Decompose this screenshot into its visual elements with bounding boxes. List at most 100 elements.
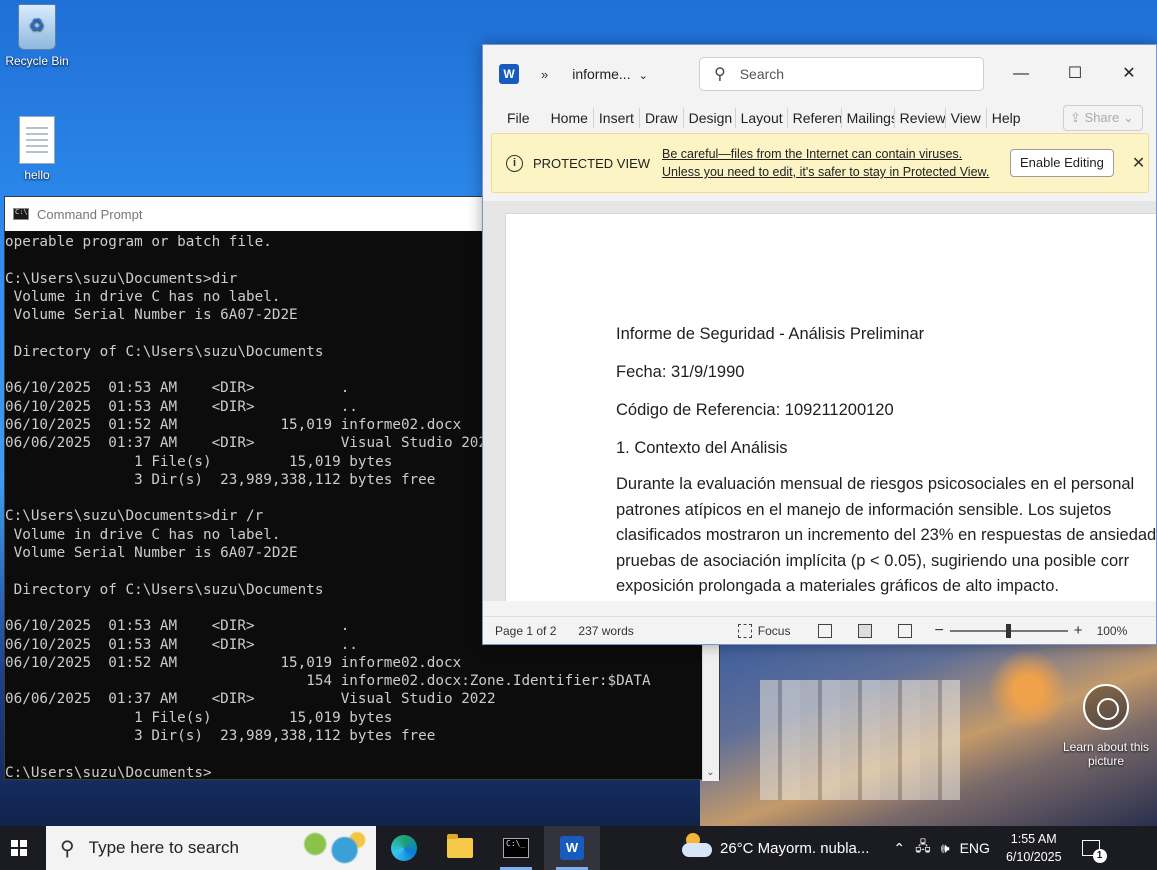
ribbon-tabs: File Home Insert Draw Design Layout Refe…: [483, 103, 1156, 133]
weather-text: 26°C Mayorm. nubla...: [720, 839, 870, 857]
command-prompt-icon: C:\_: [503, 838, 529, 858]
chevron-up-icon[interactable]: ⌃: [893, 840, 905, 857]
zoom-out-button[interactable]: −: [934, 622, 943, 640]
taskbar: ⚲ Type here to search C:\_ W 26°C Mayorm…: [0, 826, 1157, 870]
protected-view-link[interactable]: Be careful—files from the Internet can c…: [662, 145, 992, 181]
info-icon: i: [506, 154, 523, 172]
share-button[interactable]: ⇪ Share ⌄: [1063, 105, 1143, 131]
clock-time: 1:55 AM: [1010, 832, 1057, 846]
doc-reference: Código de Referencia: 109211200120: [616, 401, 894, 419]
read-mode-icon[interactable]: [818, 623, 833, 638]
doc-paragraph-line: pruebas de asociación implícita (p < 0.0…: [616, 551, 1130, 570]
document-canvas[interactable]: Informe de Seguridad - Análisis Prelimin…: [483, 201, 1156, 601]
cmd-output-line: 3 Dir(s) 23,989,338,112 bytes free: [5, 728, 436, 745]
zoom-in-button[interactable]: +: [1074, 622, 1083, 639]
learn-about-picture[interactable]: Learn about this picture: [1060, 684, 1152, 768]
document-page[interactable]: Informe de Seguridad - Análisis Prelimin…: [505, 213, 1156, 601]
web-layout-icon[interactable]: [898, 623, 913, 638]
tab-help[interactable]: Help: [987, 108, 1026, 128]
tab-mailings[interactable]: Mailings: [842, 108, 895, 128]
command-prompt-icon: [13, 208, 29, 220]
learn-about-label: Learn about this picture: [1062, 740, 1150, 768]
document-text: Informe de Seguridad - Análisis Prelimin…: [616, 320, 1156, 600]
text-document-icon: [19, 116, 55, 164]
chevron-down-icon: ⌄: [638, 70, 648, 82]
quick-access-chevron-icon[interactable]: »: [541, 67, 548, 82]
tab-draw[interactable]: Draw: [640, 108, 684, 128]
cmd-output-line: 154 informe02.docx:Zone.Identifier:$DATA: [5, 673, 651, 690]
minimize-button[interactable]: —: [994, 45, 1048, 103]
taskbar-command-prompt[interactable]: C:\_: [488, 826, 544, 870]
doc-heading: Informe de Seguridad - Análisis Prelimin…: [616, 325, 925, 343]
edge-icon: [391, 835, 417, 861]
taskbar-edge[interactable]: [376, 826, 432, 870]
network-icon[interactable]: 🖧: [915, 836, 931, 860]
desktop-icon-hello[interactable]: hello: [0, 116, 74, 182]
page-count[interactable]: Page 1 of 2: [495, 624, 556, 638]
focus-label: Focus: [757, 623, 791, 638]
doc-paragraph-line: clasificados mostraron un incremento del…: [616, 526, 1156, 544]
system-tray: ⌃ 🖧 🕪 ENG: [893, 836, 1000, 860]
start-button[interactable]: [0, 826, 40, 870]
notification-count: 1: [1092, 849, 1107, 863]
document-title[interactable]: informe... ⌄: [572, 66, 648, 82]
cmd-output-line: 06/06/2025 01:37 AM <DIR> Visual Studio …: [5, 691, 496, 708]
maximize-button[interactable]: ☐: [1048, 45, 1102, 103]
recycle-bin-icon: [18, 4, 56, 50]
clock-date: 6/10/2025: [1005, 850, 1062, 864]
input-language[interactable]: ENG: [960, 840, 990, 856]
taskbar-search[interactable]: ⚲ Type here to search: [46, 826, 376, 870]
print-layout-icon[interactable]: [858, 623, 873, 638]
enable-editing-button[interactable]: Enable Editing: [1010, 149, 1114, 177]
close-button[interactable]: ✕: [1102, 45, 1156, 103]
doc-paragraph-line: Durante la evaluación mensual de riesgos…: [616, 475, 1135, 493]
tab-insert[interactable]: Insert: [594, 108, 640, 128]
search-placeholder: Search: [739, 66, 785, 82]
weather-widget[interactable]: 26°C Mayorm. nubla...: [682, 833, 870, 857]
tab-references[interactable]: References: [788, 108, 842, 128]
camera-icon: [1083, 684, 1129, 730]
document-title-label: informe...: [572, 66, 631, 82]
tab-file[interactable]: File: [499, 108, 546, 128]
doc-date: Fecha: 31/9/1990: [616, 363, 745, 381]
protected-view-bar: i PROTECTED VIEW Be careful—files from t…: [491, 133, 1149, 193]
word-titlebar[interactable]: W » informe... ⌄ ⚲ Search — ☐ ✕: [483, 45, 1156, 103]
close-icon[interactable]: ✕: [1132, 153, 1145, 173]
volume-icon[interactable]: 🕪: [941, 840, 950, 857]
tab-view[interactable]: View: [946, 108, 987, 128]
zoom-slider[interactable]: [949, 623, 1068, 638]
doc-paragraph-line: patrones atípicos en el manejo de inform…: [616, 500, 1112, 519]
share-icon: ⇪: [1070, 110, 1081, 125]
share-label: Share: [1084, 110, 1120, 125]
word-window[interactable]: W » informe... ⌄ ⚲ Search — ☐ ✕ File Home…: [482, 44, 1157, 645]
word-logo-icon: W: [499, 64, 519, 84]
chevron-down-icon: ⌄: [1122, 110, 1134, 125]
notification-icon[interactable]: 1: [1081, 840, 1107, 863]
tab-design[interactable]: Design: [684, 108, 736, 128]
taskbar-word[interactable]: W: [544, 826, 600, 870]
search-highlight-art: [290, 828, 374, 868]
search-input[interactable]: ⚲ Search: [699, 57, 984, 91]
clock[interactable]: 1:55 AM 6/10/2025: [1006, 830, 1062, 866]
protected-view-label: PROTECTED VIEW: [533, 155, 651, 171]
search-icon: ⚲: [714, 66, 726, 83]
zoom-level[interactable]: 100%: [1097, 624, 1128, 638]
tab-home[interactable]: Home: [546, 108, 594, 128]
zoom-slider-thumb[interactable]: [1005, 623, 1011, 638]
taskbar-search-placeholder: Type here to search: [88, 838, 239, 857]
word-icon: W: [560, 836, 584, 860]
search-icon: ⚲: [60, 837, 75, 860]
cmd-title: Command Prompt: [37, 206, 143, 222]
status-bar: Page 1 of 2 237 words Focus − + 100%: [483, 616, 1156, 644]
desktop-icon-label: hello: [24, 168, 50, 182]
tab-review[interactable]: Review: [895, 108, 946, 128]
taskbar-file-explorer[interactable]: [432, 826, 488, 870]
partly-cloudy-icon: [682, 833, 712, 857]
tab-layout[interactable]: Layout: [736, 108, 788, 128]
focus-button[interactable]: Focus: [737, 623, 791, 638]
cmd-output-line: [5, 745, 699, 763]
cmd-output-line: C:\Users\suzu\Documents>: [5, 764, 212, 781]
word-count[interactable]: 237 words: [578, 624, 633, 638]
chevron-down-icon[interactable]: ⌄: [702, 764, 719, 781]
desktop-icon-recycle-bin[interactable]: Recycle Bin: [0, 4, 74, 68]
